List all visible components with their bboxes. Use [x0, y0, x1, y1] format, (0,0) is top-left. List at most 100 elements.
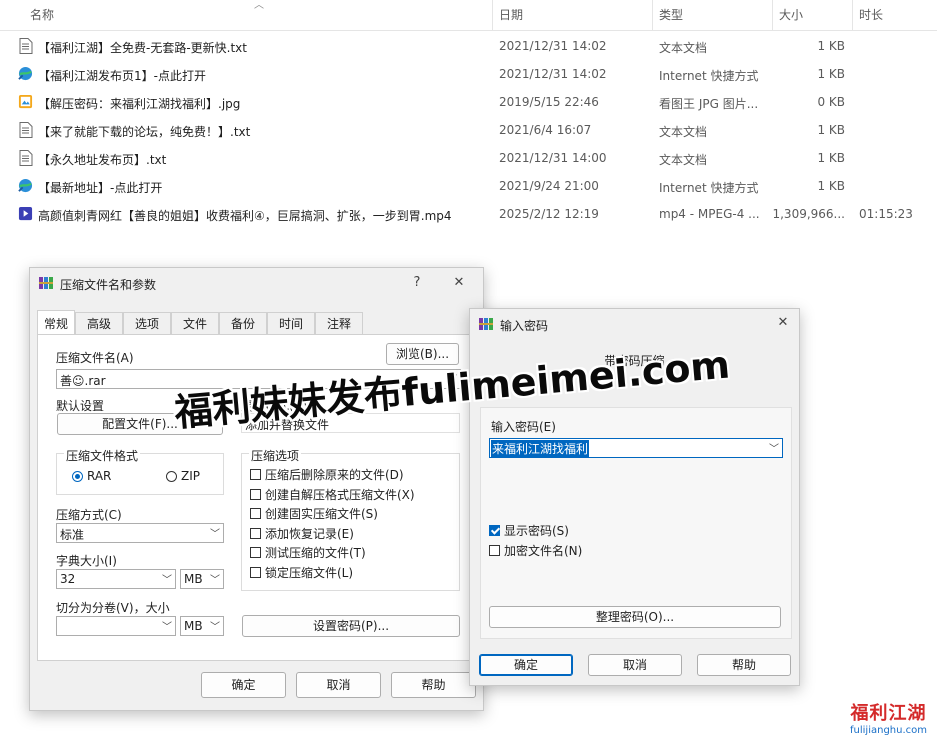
archive-options-label: 压缩选项 [249, 447, 302, 464]
column-date[interactable]: 日期 [499, 6, 523, 23]
archive-option-checkbox[interactable]: 测试压缩的文件(T) [250, 544, 366, 561]
file-size: 1 KB [817, 67, 845, 81]
split-unit-select[interactable]: MB ﹀ [180, 616, 224, 636]
column-divider[interactable] [652, 0, 653, 30]
archive-option-label: 添加恢复记录(E) [265, 526, 354, 541]
file-name: 【福利江湖】全免费-无套路-更新快.txt [38, 41, 247, 55]
file-type: Internet 快捷方式 [659, 181, 759, 195]
column-divider[interactable] [492, 0, 493, 30]
encrypt-filenames-label: 加密文件名(N) [504, 544, 583, 558]
file-type: Internet 快捷方式 [659, 69, 759, 83]
file-name: 【永久地址发布页】.txt [38, 153, 167, 167]
close-icon[interactable]: ✕ [773, 313, 793, 333]
tab-options[interactable]: 选项 [123, 312, 171, 334]
file-row[interactable]: 【福利江湖发布页1】-点此打开 2021/12/31 14:02 Internet … [0, 60, 937, 88]
cancel-button[interactable]: 取消 [588, 654, 682, 676]
cancel-button[interactable]: 取消 [296, 672, 381, 698]
chevron-down-icon[interactable]: ﹀ [162, 571, 172, 586]
column-type[interactable]: 类型 [659, 6, 683, 23]
file-row[interactable]: 【来了就能下载的论坛，纯免费！】.txt 2021/6/4 16:07 文本文档 1 … [0, 116, 937, 144]
help-button[interactable]: 帮助 [391, 672, 476, 698]
show-password-checkbox[interactable]: 显示密码(S) [489, 522, 569, 539]
password-input[interactable]: 来福利江湖找福利 ﹀ [489, 438, 783, 458]
tab-comment[interactable]: 注释 [315, 312, 363, 334]
format-zip-radio[interactable]: ZIP [166, 469, 200, 483]
chevron-down-icon[interactable]: ﹀ [210, 618, 220, 633]
method-value: 标准 [60, 528, 85, 542]
help-icon[interactable]: ? [407, 273, 427, 293]
file-size: 1 KB [817, 123, 845, 137]
archive-name-value: 善☺.rar [60, 374, 106, 388]
internet-shortcut-icon [18, 178, 33, 194]
ok-button[interactable]: 确定 [479, 654, 573, 676]
help-button[interactable]: 帮助 [697, 654, 791, 676]
dialog-title: 输入密码 [500, 319, 549, 333]
show-password-label: 显示密码(S) [504, 524, 569, 538]
logo-title: 福利江湖 [850, 703, 927, 724]
enter-password-label: 输入密码(E) [491, 420, 556, 434]
archive-option-checkbox[interactable]: 添加恢复记录(E) [250, 525, 354, 542]
archive-option-checkbox[interactable]: 创建自解压格式压缩文件(X) [250, 486, 415, 503]
chevron-down-icon[interactable]: ﹀ [210, 525, 220, 540]
file-name: 【解压密码：来福利江湖找福利】.jpg [38, 97, 241, 111]
chevron-down-icon[interactable]: ﹀ [210, 571, 220, 586]
file-date: 2021/12/31 14:02 [499, 67, 607, 81]
file-size: 1,309,966... [772, 207, 845, 221]
column-name[interactable]: 名称 [30, 6, 54, 23]
checkbox-checked-icon [489, 525, 500, 536]
file-size: 0 KB [817, 95, 845, 109]
chevron-down-icon[interactable]: ﹀ [162, 618, 172, 633]
set-password-button[interactable]: 设置密码(P)... [242, 615, 460, 637]
column-size[interactable]: 大小 [779, 6, 803, 23]
archive-option-checkbox[interactable]: 压缩后删除原来的文件(D) [250, 466, 404, 483]
archive-option-checkbox[interactable]: 创建固实压缩文件(S) [250, 505, 378, 522]
winrar-icon [39, 277, 53, 289]
close-icon[interactable]: ✕ [449, 273, 469, 293]
tab-files[interactable]: 文件 [171, 312, 219, 334]
tab-backup[interactable]: 备份 [219, 312, 267, 334]
dialog-title: 压缩文件名和参数 [60, 278, 157, 292]
file-row[interactable]: 高颜值刺青网红【善良的姐姐】收费福利④，巨屌搞洞、扩张，一步到胃.mp4 2025… [0, 200, 937, 228]
tab-general[interactable]: 常规 [37, 310, 75, 334]
sort-ascending-icon: ︿ [254, 0, 264, 11]
checkbox-unchecked-icon [250, 469, 261, 480]
radio-unselected-icon [166, 470, 177, 482]
file-date: 2021/12/31 14:00 [499, 151, 607, 165]
file-name: 【最新地址】-点此打开 [38, 181, 163, 195]
tab-strip: 常规 高级 选项 文件 备份 时间 注释 [37, 310, 377, 334]
file-size: 1 KB [817, 39, 845, 53]
file-type: mp4 - MPEG-4 ... [659, 207, 760, 221]
file-row[interactable]: 【永久地址发布页】.txt 2021/12/31 14:00 文本文档 1 KB [0, 144, 937, 172]
format-rar-radio[interactable]: RAR [72, 469, 111, 483]
file-size: 1 KB [817, 179, 845, 193]
file-row[interactable]: 【福利江湖】全免费-无套路-更新快.txt 2021/12/31 14:02 文本文… [0, 32, 937, 60]
format-rar-label: RAR [87, 469, 112, 483]
dialog-titlebar[interactable]: 输入密码 ✕ [470, 309, 799, 339]
method-select[interactable]: 标准 ﹀ [56, 523, 224, 543]
checkbox-unchecked-icon [250, 508, 261, 519]
ok-button[interactable]: 确定 [201, 672, 286, 698]
column-divider[interactable] [852, 0, 853, 30]
file-name: 【福利江湖发布页1】-点此打开 [38, 69, 206, 83]
file-date: 2021/6/4 16:07 [499, 123, 592, 137]
tab-time[interactable]: 时间 [267, 312, 315, 334]
file-name: 【来了就能下载的论坛，纯免费！】.txt [38, 125, 251, 139]
split-volume-input[interactable]: ﹀ [56, 616, 176, 636]
column-divider[interactable] [772, 0, 773, 30]
dialog-titlebar[interactable]: 压缩文件名和参数 ? ✕ [30, 268, 483, 298]
tab-advanced[interactable]: 高级 [75, 312, 123, 334]
dictionary-select[interactable]: 32 ﹀ [56, 569, 176, 589]
password-value: 来福利江湖找福利 [491, 440, 590, 457]
dictionary-value: 32 [60, 572, 76, 586]
organize-passwords-button[interactable]: 整理密码(O)... [489, 606, 781, 628]
chevron-down-icon[interactable]: ﹀ [769, 440, 779, 455]
file-name: 高颜值刺青网红【善良的姐姐】收费福利④，巨屌搞洞、扩张，一步到胃.mp4 [38, 209, 452, 223]
dictionary-unit-select[interactable]: MB ﹀ [180, 569, 224, 589]
file-row[interactable]: 【最新地址】-点此打开 2021/9/24 21:00 Internet 快捷方式 1… [0, 172, 937, 200]
encrypt-filenames-checkbox[interactable]: 加密文件名(N) [489, 542, 582, 559]
dictionary-label: 字典大小(I) [56, 554, 117, 568]
file-row[interactable]: 【解压密码：来福利江湖找福利】.jpg 2019/5/15 22:46 看图王 JP… [0, 88, 937, 116]
column-duration[interactable]: 时长 [859, 6, 883, 23]
archive-option-checkbox[interactable]: 锁定压缩文件(L) [250, 564, 353, 581]
archive-format-label: 压缩文件格式 [64, 447, 141, 464]
